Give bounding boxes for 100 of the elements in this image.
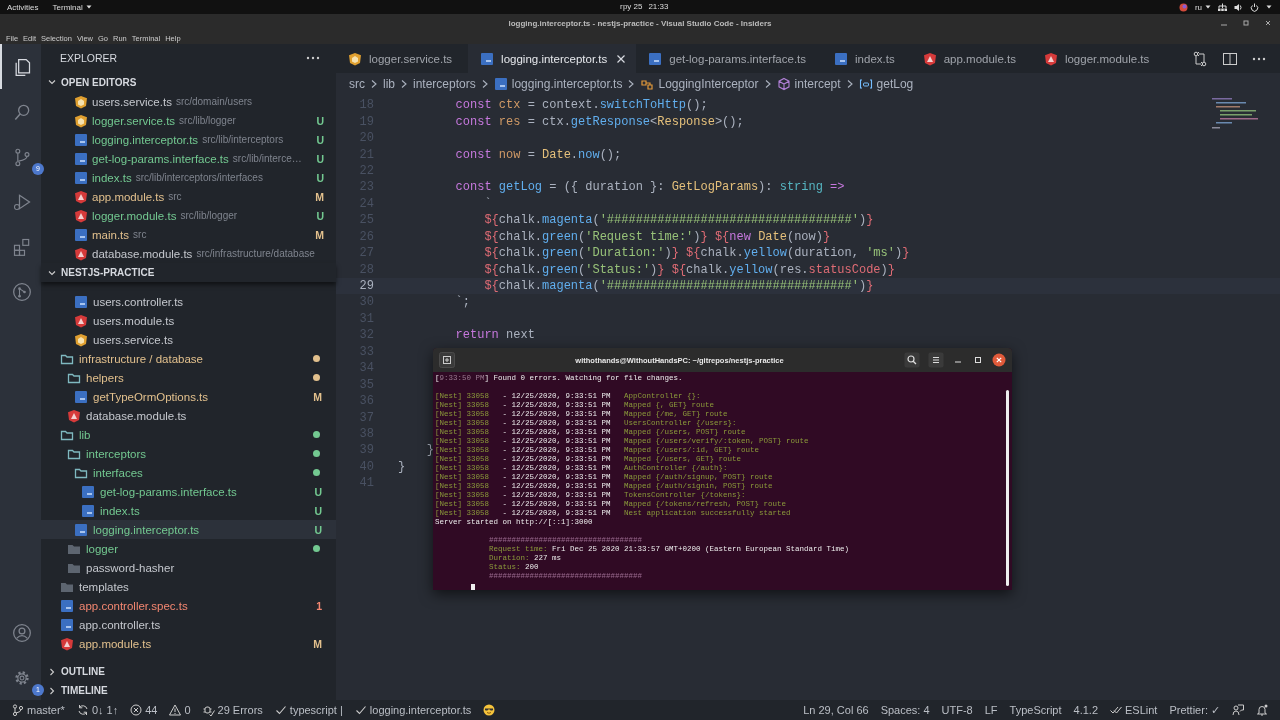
compare-changes-icon[interactable] (1192, 50, 1208, 67)
git-graph-icon[interactable] (11, 281, 32, 302)
open-editor-item[interactable]: users.service.ts src/domain/users (41, 92, 336, 111)
section-header[interactable]: NESTJS-PRACTICE (41, 263, 336, 282)
tree-item[interactable]: database.module.ts (41, 406, 336, 425)
split-editor-icon[interactable] (1222, 50, 1238, 67)
status-item[interactable]: 44 (130, 704, 158, 716)
tree-item[interactable]: helpers (41, 368, 336, 387)
tree-item[interactable]: users.controller.ts (41, 292, 336, 311)
tree-item[interactable]: interfaces (41, 463, 336, 482)
code-line: ${chalk.magenta('##################################')} (483, 279, 874, 294)
bell-icon[interactable] (1256, 704, 1268, 716)
open-editor-item[interactable]: logging.interceptor.ts src/lib/interceptors U (41, 130, 336, 149)
status-item[interactable]: 4.1.2 (1073, 704, 1098, 716)
tree-item[interactable]: users.module.ts (41, 311, 336, 330)
status-item[interactable]: 0↓ 1↑ (76, 704, 119, 716)
open-editor-item[interactable]: main.ts src M (41, 225, 336, 244)
status-item[interactable]: typescript | (274, 704, 343, 716)
open-editor-item[interactable]: get-log-params.interface.ts src/lib/interce… U (41, 149, 336, 168)
status-item[interactable]: ESLint (1110, 704, 1158, 716)
status-item[interactable]: logging.interceptor.ts (354, 704, 472, 716)
close-icon[interactable] (1264, 19, 1272, 27)
breadcrumb-item[interactable]: intercept (776, 77, 841, 91)
tree-item[interactable]: lib (41, 425, 336, 444)
extensions-icon[interactable] (11, 236, 32, 257)
new-tab-icon[interactable] (439, 352, 455, 368)
status-item[interactable]: UTF-8 (941, 704, 973, 716)
git-status-label: M (313, 390, 322, 403)
breadcrumb-item[interactable]: src (349, 77, 365, 91)
scrollbar[interactable] (1006, 390, 1009, 586)
account-icon[interactable] (11, 622, 32, 643)
typescript-file-icon (74, 132, 88, 147)
tree-item[interactable]: logging.interceptor.ts U (41, 520, 336, 539)
tree-item[interactable]: users.service.ts (41, 330, 336, 349)
app-menu[interactable]: Terminal (52, 2, 92, 12)
tree-item[interactable]: password-hasher (41, 558, 336, 577)
status-item[interactable]: TypeScript (1009, 704, 1062, 716)
tree-item[interactable]: app.module.ts M (41, 634, 336, 653)
typescript-file-icon (81, 484, 95, 499)
shield-icon (74, 94, 88, 109)
breadcrumb-item[interactable]: interceptors (413, 77, 476, 91)
breadcrumb-item[interactable]: LoggingInterceptor (640, 77, 759, 91)
open-editor-item[interactable]: logger.module.ts src/lib/logger U (41, 206, 336, 225)
menu-icon[interactable] (928, 352, 944, 368)
activities-button[interactable]: Activities (7, 2, 39, 12)
tree-item[interactable]: getTypeOrmOptions.ts M (41, 387, 336, 406)
shield-icon (922, 51, 937, 66)
breadcrumb-item[interactable]: getLog (858, 77, 914, 91)
code-line: const getLog = ({ duration }: GetLogParams): string => (454, 180, 845, 195)
window-title: logging.interceptor.ts - nestjs-practice - Visual Studio Code - Insiders (508, 18, 772, 28)
search-icon[interactable] (904, 352, 920, 368)
open-editor-item[interactable]: database.module.ts src/infrastructure/database (41, 244, 336, 263)
open-editor-item[interactable]: logger.service.ts src/lib/logger U (41, 111, 336, 130)
editor-tab[interactable]: logger.service.ts (336, 44, 469, 73)
status-item[interactable]: Spaces: 4 (880, 704, 930, 716)
double-check-icon (1110, 704, 1122, 716)
feedback-icon[interactable] (1232, 704, 1244, 716)
status-item[interactable]: 0 (169, 704, 191, 716)
close-icon[interactable] (616, 53, 627, 64)
section-header[interactable]: TIMELINE (41, 681, 336, 700)
tree-item[interactable]: interceptors (41, 444, 336, 463)
open-editor-item[interactable]: index.ts src/lib/interceptors/interfaces U (41, 168, 336, 187)
editor-tab[interactable]: logging.interceptor.ts (468, 44, 637, 73)
code-line: `; (454, 295, 470, 310)
close-icon[interactable] (992, 353, 1006, 367)
maximize-icon[interactable] (972, 354, 984, 366)
editor-tab[interactable]: app.module.ts (910, 44, 1032, 73)
editor-tab[interactable]: get-log-params.interface.ts (636, 44, 823, 73)
tree-item[interactable]: app.controller.spec.ts 1 (41, 596, 336, 615)
keyboard-layout-menu[interactable]: ru (1194, 2, 1211, 12)
check-icon (274, 704, 287, 716)
git-status-label: U (316, 171, 324, 184)
panel-title: EXPLORER (60, 52, 118, 64)
status-item[interactable]: master* (12, 704, 65, 716)
more-icon[interactable] (306, 56, 320, 60)
tree-item[interactable]: app.controller.ts (41, 615, 336, 634)
section-header[interactable]: OPEN EDITORS (41, 72, 336, 92)
variable-icon (858, 77, 873, 91)
shield-icon (67, 408, 81, 423)
clock[interactable]: гру 25 21:33 (620, 2, 669, 11)
section-header[interactable]: OUTLINE (41, 662, 336, 681)
git-status-label: M (315, 190, 324, 203)
code-line: const ctx = context.switchToHttp(); (454, 98, 708, 113)
tree-item[interactable]: infrastructure / database (41, 349, 336, 368)
status-item[interactable]: LF (984, 704, 998, 716)
breadcrumb-item[interactable]: logging.interceptor.ts (493, 77, 623, 91)
editor-tab[interactable]: index.ts (822, 44, 911, 73)
tree-item[interactable]: templates (41, 577, 336, 596)
status-item[interactable]: 29 Errors (202, 704, 263, 716)
sunglasses-face-icon[interactable] (483, 704, 496, 716)
editor-tab[interactable]: logger.module.ts (1031, 44, 1166, 73)
open-editor-item[interactable]: app.module.ts src M (41, 187, 336, 206)
tree-item[interactable]: get-log-params.interface.ts U (41, 482, 336, 501)
status-item[interactable]: Ln 29, Col 66 (803, 704, 869, 716)
more-icon[interactable] (1252, 56, 1266, 61)
tree-item[interactable]: index.ts U (41, 501, 336, 520)
status-item[interactable]: Prettier: ✓ (1169, 703, 1220, 717)
breadcrumb-item[interactable]: lib (383, 77, 395, 91)
shield-icon (348, 51, 362, 66)
tree-item[interactable]: logger (41, 539, 336, 558)
